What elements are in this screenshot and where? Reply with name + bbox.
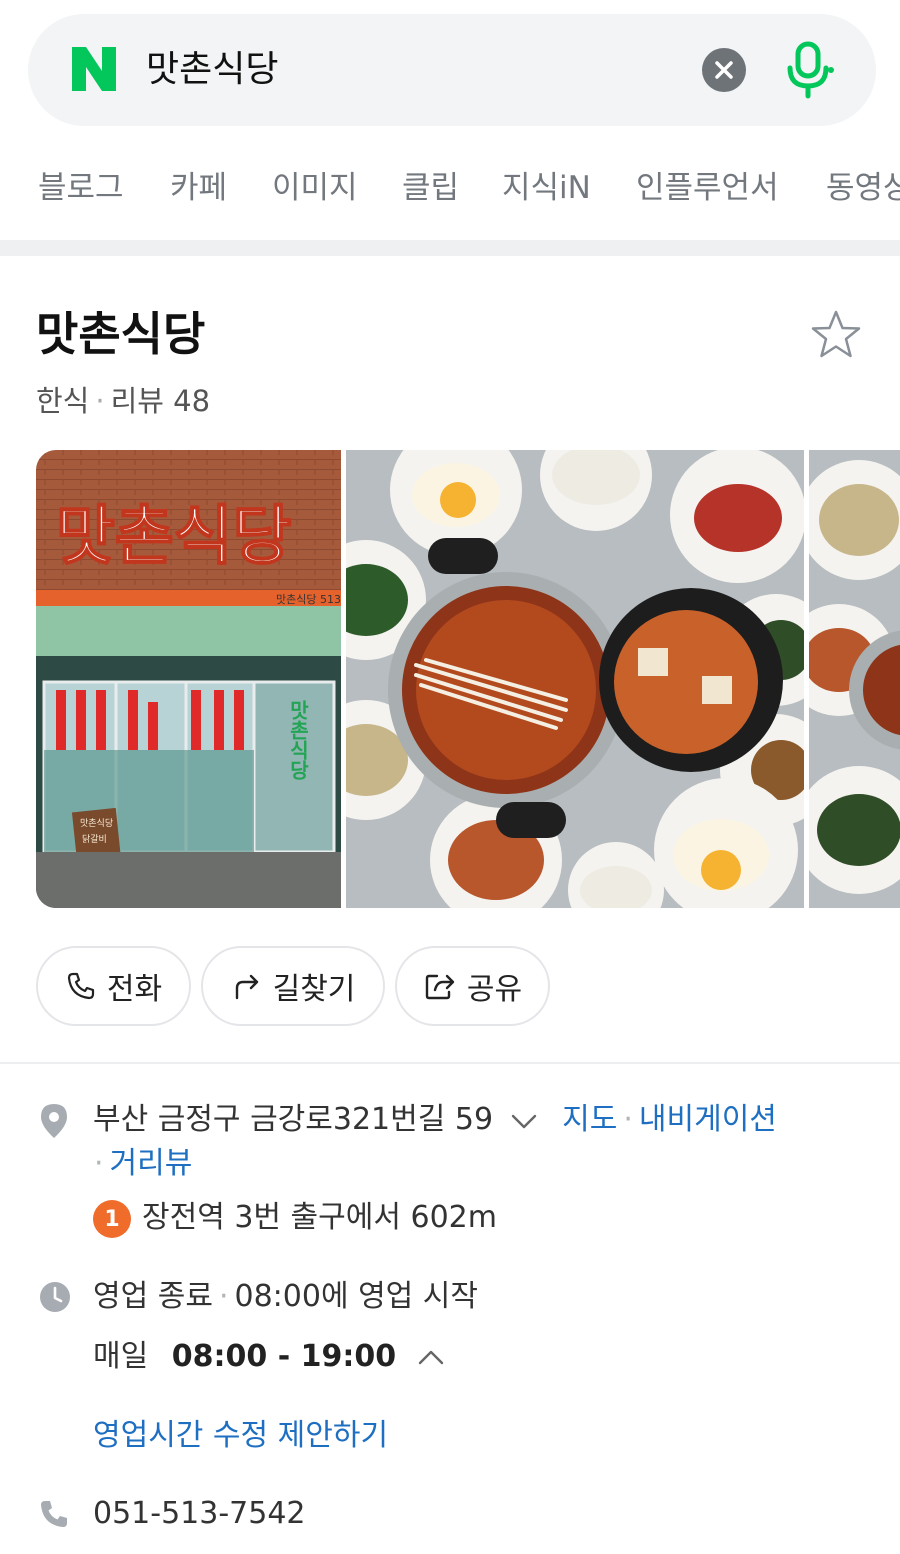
food-photo[interactable] xyxy=(346,450,804,908)
street-view-line: · 거리뷰 xyxy=(88,1144,192,1184)
street-view-link[interactable]: 거리뷰 xyxy=(110,1146,193,1181)
directions-label: 길찾기 xyxy=(272,972,356,1007)
day-label: 매일 xyxy=(93,1339,149,1374)
hours-detail[interactable]: 매일 08:00 - 19:00 xyxy=(93,1337,446,1377)
close-icon xyxy=(715,61,733,79)
subway-directions: 장전역 3번 출구에서 602m xyxy=(142,1200,497,1235)
storefront-small-sign: 맛촌식당 513 xyxy=(276,593,341,606)
naver-logo-icon[interactable] xyxy=(70,45,118,93)
board-title: 맛촌식당 xyxy=(80,818,113,829)
dot-separator: · xyxy=(218,1279,229,1314)
chevron-up-icon[interactable] xyxy=(416,1347,446,1369)
status-label: 영업 종료 xyxy=(93,1279,213,1314)
side-dish-photo[interactable] xyxy=(809,450,900,908)
review-count[interactable]: 리뷰 48 xyxy=(111,384,210,418)
tab-cafe[interactable]: 카페 xyxy=(170,168,227,208)
address-text[interactable]: 부산 금정구 금강로321번길 59 xyxy=(93,1102,493,1137)
window-sign-text: 맛촌식당 xyxy=(286,700,310,780)
chevron-down-icon[interactable] xyxy=(509,1110,539,1132)
call-label: 전화 xyxy=(106,972,163,1007)
share-button[interactable]: 공유 xyxy=(395,946,550,1026)
directions-icon xyxy=(235,974,258,1000)
board-subtitle: 닭갈비 xyxy=(82,833,107,845)
business-status[interactable]: 영업 종료 · 08:00에 영업 시작 xyxy=(93,1277,478,1317)
star-icon[interactable] xyxy=(808,308,864,364)
storefront-photo[interactable]: 맛촌식당 맛촌식당 513 맛촌식당 맛촌식당 닭갈비 xyxy=(36,450,341,908)
search-input[interactable]: 맛촌식당 xyxy=(146,46,278,94)
hours-range: 08:00 - 19:00 xyxy=(171,1339,397,1374)
clock-icon xyxy=(40,1282,70,1312)
tab-images[interactable]: 이미지 xyxy=(272,168,358,208)
phone-icon xyxy=(41,1501,67,1527)
directions-button[interactable]: 길찾기 xyxy=(201,946,385,1026)
tab-influencer[interactable]: 인플루언서 xyxy=(636,168,779,208)
phone-number[interactable]: 051-513-7542 xyxy=(93,1494,306,1534)
address-line: 부산 금정구 금강로321번길 59 지도 · 내비게이션 xyxy=(93,1100,777,1140)
tab-blog[interactable]: 블로그 xyxy=(38,168,124,208)
search-tabs: 블로그 카페 이미지 클립 지식iN 인플루언서 동영상 xyxy=(0,150,900,230)
subway-line-badge: 1 xyxy=(93,1200,131,1238)
call-button[interactable]: 전화 xyxy=(36,946,191,1026)
edit-hours-link[interactable]: 영업시간 수정 제안하기 xyxy=(93,1416,388,1456)
dot-separator: · xyxy=(94,1146,104,1181)
phone-icon xyxy=(67,972,94,1000)
microphone-icon[interactable] xyxy=(782,40,834,100)
dot-separator: · xyxy=(623,1102,633,1137)
place-meta: 한식 · 리뷰 48 xyxy=(36,382,210,420)
map-link[interactable]: 지도 xyxy=(562,1102,617,1137)
navigation-link[interactable]: 내비게이션 xyxy=(639,1102,777,1137)
clear-search-button[interactable] xyxy=(702,48,746,92)
share-icon xyxy=(425,974,455,1000)
share-label: 공유 xyxy=(466,972,523,1007)
storefront-sign-text: 맛촌식당 xyxy=(56,500,292,574)
category-label: 한식 xyxy=(36,384,90,418)
dot-separator: · xyxy=(95,384,105,418)
location-pin-icon xyxy=(41,1104,67,1138)
section-separator xyxy=(0,1062,900,1064)
tab-kin[interactable]: 지식iN xyxy=(502,168,591,208)
place-title[interactable]: 맛촌식당 xyxy=(36,304,205,364)
next-open-label: 08:00에 영업 시작 xyxy=(234,1279,479,1314)
tab-video[interactable]: 동영상 xyxy=(826,168,900,208)
section-divider xyxy=(0,240,900,256)
tab-clip[interactable]: 클립 xyxy=(402,168,459,208)
